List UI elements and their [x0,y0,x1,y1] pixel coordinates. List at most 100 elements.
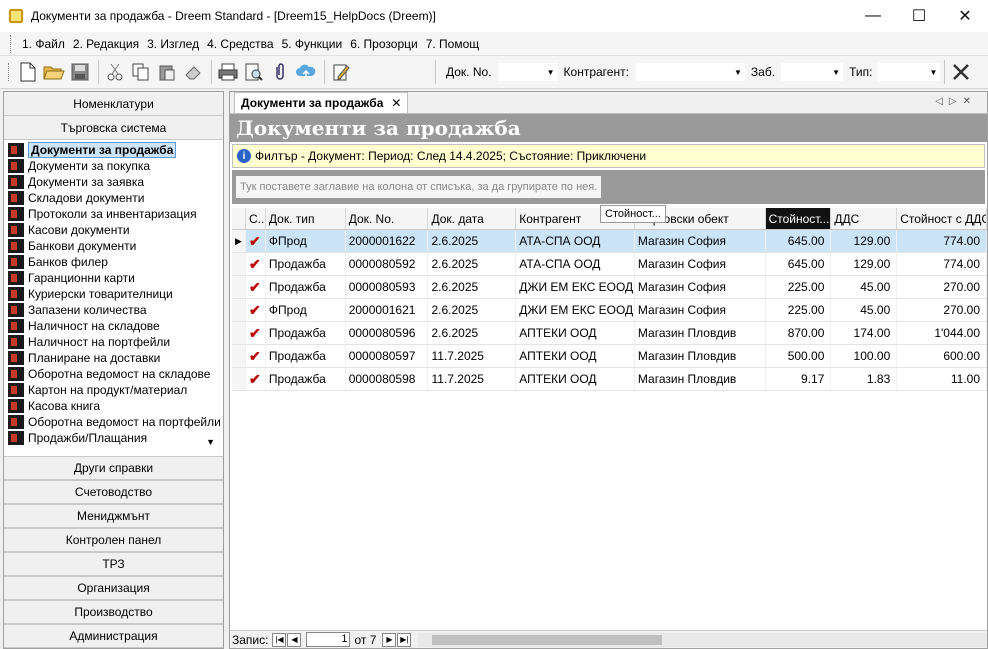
sidebar-item[interactable]: Наличност на портфейли [4,334,223,350]
table-row[interactable]: ✔ Продажба 0000080593 2.6.2025 ДЖИ ЕМ ЕКС ЕО… [232,276,988,299]
sidebar-item[interactable]: Касова книга [4,398,223,414]
group-by-panel[interactable]: Тук поставете заглавие на колона от спис… [232,170,985,204]
section-button[interactable]: Счетоводство [4,480,223,504]
menu-view[interactable]: 3. Изглед [143,37,203,51]
section-button[interactable]: Администрация [4,624,223,648]
print-icon[interactable] [216,60,240,84]
table-row[interactable]: ✔ Продажба 0000080596 2.6.2025 АПТЕКИ ООД Маг… [232,322,988,345]
close-x-icon[interactable] [949,60,973,84]
sidebar-item[interactable]: Куриерски товарителници [4,286,223,302]
sidebar-item[interactable]: Оборотна ведомост на портфейли [4,414,223,430]
save-icon[interactable] [68,60,92,84]
column-header[interactable]: Стойност... [765,208,832,229]
type-combo[interactable]: ▼ [878,63,941,81]
section-nomenclatures[interactable]: Номенклатури [4,92,223,116]
menu-edit[interactable]: 2. Редакция [69,37,143,51]
sidebar-item[interactable]: Банкови документи [4,238,223,254]
row-indicator[interactable] [232,299,246,321]
report-icon [8,255,24,269]
close-button[interactable]: ✕ [942,0,988,32]
scroll-down-icon[interactable]: ▼ [206,437,215,447]
sidebar-item[interactable]: Документи за заявка [4,174,223,190]
edit-note-icon[interactable] [329,60,353,84]
row-indicator[interactable] [232,368,246,390]
menu-windows[interactable]: 6. Прозорци [346,37,421,51]
filter-bar[interactable]: i Филтър - Документ: Период: След 14.4.2… [232,144,985,168]
attach-icon[interactable] [268,60,292,84]
minimize-button[interactable]: — [850,0,896,32]
table-cell: 2.6.2025 [428,322,517,344]
eraser-icon[interactable] [181,60,205,84]
sidebar-item[interactable]: Складови документи [4,190,223,206]
sidebar-item[interactable]: Наличност на складове [4,318,223,334]
maximize-button[interactable]: ☐ [896,0,942,32]
tab-nav-icons[interactable]: ◁▷✕ [935,96,977,107]
sidebar-item[interactable]: Картон на продукт/материал [4,382,223,398]
horizontal-scrollbar[interactable] [418,632,987,647]
close-tab-icon[interactable]: ✕ [391,96,401,110]
paste-icon[interactable] [155,60,179,84]
zab-combo[interactable]: ▼ [781,63,844,81]
sidebar-item[interactable]: Продажби/Плащания [4,430,223,446]
column-header[interactable]: Стойност с ДДС [897,208,987,229]
column-header[interactable]: Док. дата [428,208,517,229]
section-button[interactable]: Организация [4,576,223,600]
new-document-icon[interactable] [16,60,40,84]
row-indicator[interactable] [232,276,246,298]
upload-cloud-icon[interactable] [294,60,318,84]
sidebar-item[interactable]: Документи за продажба [4,142,223,158]
table-row[interactable]: ✔ Продажба 0000080592 2.6.2025 АТА-СПА ООД Ма… [232,253,988,276]
menu-tools[interactable]: 4. Средства [203,37,278,51]
sidebar-item-label: Картон на продукт/материал [28,383,188,397]
menu-functions[interactable]: 5. Функции [278,37,347,51]
sidebar-item[interactable]: Гаранционни карти [4,270,223,286]
section-button[interactable]: Мениджмънт [4,504,223,528]
record-input[interactable]: 1 [306,632,351,647]
doc-no-combo[interactable]: ▼ [497,63,558,81]
section-button[interactable]: ТРЗ [4,552,223,576]
table-cell: Магазин София [635,253,766,275]
table-cell: 2.6.2025 [428,253,517,275]
table-cell: 9.17 [766,368,832,390]
column-header[interactable]: Док. No. [346,208,429,229]
cut-icon[interactable] [103,60,127,84]
prev-record-icon[interactable]: ◀ [287,632,302,647]
next-record-icon[interactable]: ▶ [382,632,397,647]
column-header[interactable]: С... [246,208,266,229]
row-indicator[interactable] [232,322,246,344]
first-record-icon[interactable]: |◀ [272,632,287,647]
open-folder-icon[interactable] [42,60,66,84]
sidebar-item[interactable]: Планиране на доставки [4,350,223,366]
row-indicator[interactable]: ▶ [232,230,246,252]
sidebar-item[interactable]: Протоколи за инвентаризация [4,206,223,222]
section-trade-system[interactable]: Търговска система [4,116,223,140]
row-indicator[interactable] [232,253,246,275]
contragent-combo[interactable]: ▼ [634,63,745,81]
sidebar-item[interactable]: Документи за покупка [4,158,223,174]
tab-sales-documents[interactable]: Документи за продажба ✕ [234,92,409,113]
table-row[interactable]: ▶ ✔ ФПрод 2000001622 2.6.2025 АТА-СПА ООД Мага… [232,230,988,253]
row-indicator[interactable] [232,345,246,367]
sidebar-item[interactable]: Запазени количества [4,302,223,318]
sidebar-item[interactable]: Касови документи [4,222,223,238]
scroll-thumb[interactable] [432,634,663,645]
table-cell: 645.00 [766,230,832,252]
last-record-icon[interactable]: ▶| [397,632,412,647]
table-cell: Продажба [266,253,346,275]
table-row[interactable]: ✔ Продажба 0000080597 11.7.2025 АПТЕКИ ООД Ма… [232,345,988,368]
section-button[interactable]: Контролен панел [4,528,223,552]
menu-help[interactable]: 7. Помощ [422,37,483,51]
table-row[interactable]: ✔ ФПрод 2000001621 2.6.2025 ДЖИ ЕМ ЕКС ЕООД М… [232,299,988,322]
print-preview-icon[interactable] [242,60,266,84]
section-button[interactable]: Други справки [4,456,223,480]
menu-file[interactable]: 1. Файл [18,37,69,51]
table-cell: 2.6.2025 [428,276,517,298]
sidebar-item[interactable]: Банков филер [4,254,223,270]
section-button[interactable]: Производство [4,600,223,624]
column-header[interactable]: Док. тип [266,208,346,229]
check-icon: ✔ [248,370,261,387]
column-header[interactable]: ДДС [831,208,898,229]
copy-icon[interactable] [129,60,153,84]
table-row[interactable]: ✔ Продажба 0000080598 11.7.2025 АПТЕКИ ООД Ма… [232,368,988,391]
sidebar-item[interactable]: Оборотна ведомост на складове [4,366,223,382]
